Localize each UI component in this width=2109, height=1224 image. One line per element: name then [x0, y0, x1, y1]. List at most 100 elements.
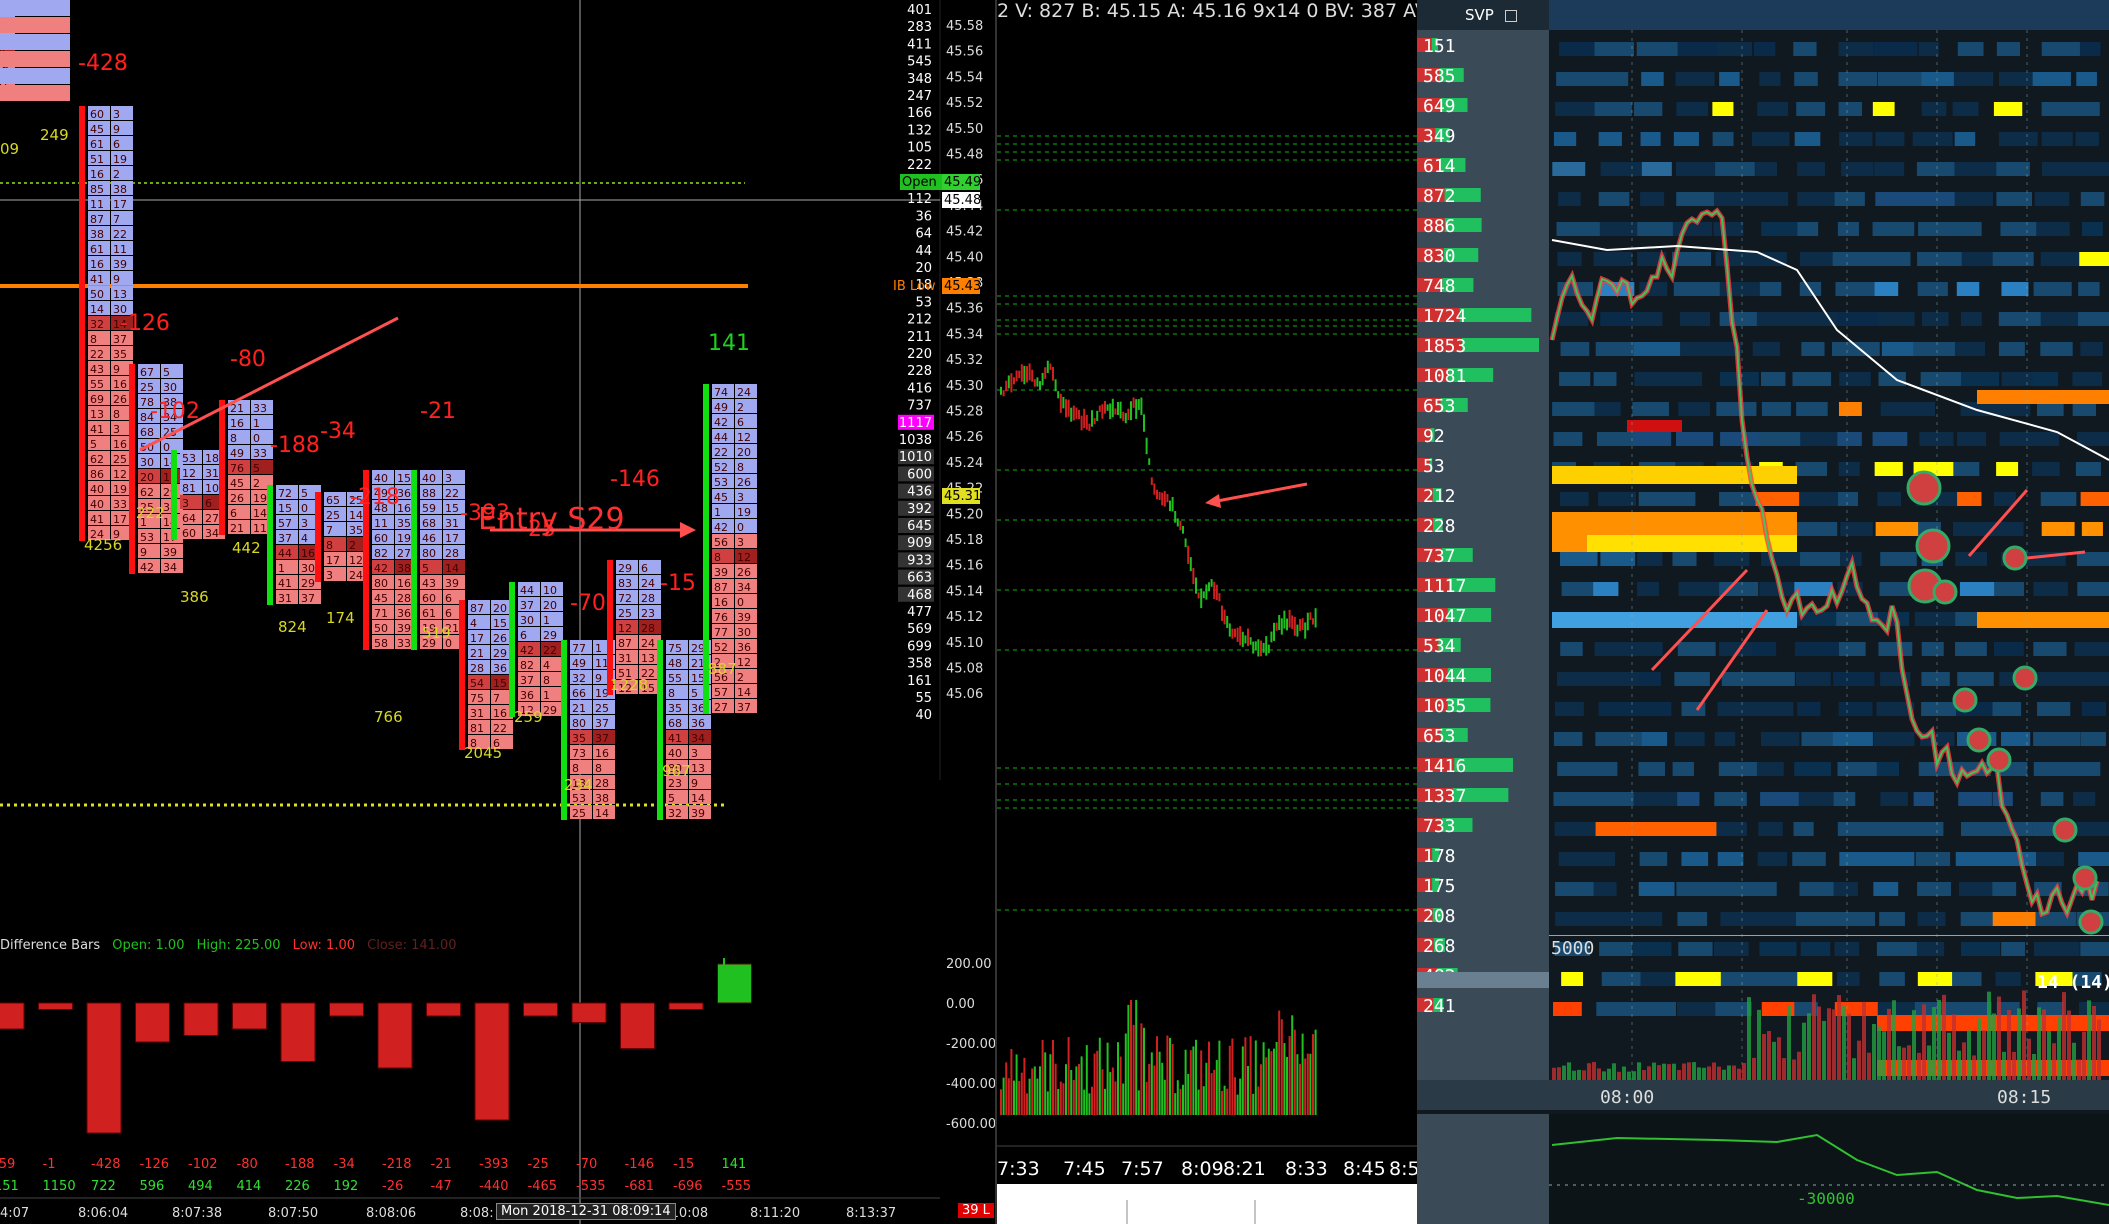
price-candle	[1262, 642, 1265, 653]
bm-volume-bar	[1817, 1006, 1821, 1080]
entry-annotation: Entry S29	[478, 502, 625, 537]
heatmap-cell	[1715, 252, 1764, 266]
heatmap-cell	[1634, 372, 1682, 386]
cell-number: 52	[714, 641, 728, 654]
difference-bar	[232, 1002, 267, 1030]
bm-volume-bar	[2037, 1007, 2041, 1080]
heatmap-cell	[1557, 252, 1582, 266]
heatmap-cell	[2033, 642, 2067, 656]
bookmap-heatmap-panel[interactable]: 151 585 649 349 614 872 886 830 748 1724 1853 1081 6…	[1417, 0, 2109, 1224]
cell-number: 24	[349, 569, 363, 582]
svp-title[interactable]: SVP	[1465, 6, 1517, 24]
price-tick: 45.54	[946, 70, 983, 85]
cell-number: 80	[422, 547, 436, 560]
volume-bar	[1213, 1069, 1216, 1115]
price-tick: 45.08	[946, 662, 983, 677]
cumulative-delta-value: 722	[91, 1179, 116, 1194]
bm-volume-bar	[1922, 1004, 1926, 1080]
heatmap-cell	[1719, 312, 1764, 326]
price-candle	[1041, 372, 1044, 386]
svp-menu-icon[interactable]	[1504, 9, 1517, 22]
volume-bar	[1291, 1015, 1294, 1115]
cell-number: 31	[278, 592, 292, 605]
volume-bar	[1015, 1054, 1018, 1115]
footprint-bar-wick	[267, 485, 273, 605]
cell-number: 26	[493, 632, 507, 645]
cell-number: 1	[253, 417, 260, 430]
delta-row-value: -188	[285, 1157, 315, 1172]
bm-volume-bar	[1962, 1042, 1966, 1080]
bm-volume-bar	[2072, 1042, 2076, 1080]
price-candle	[1124, 413, 1127, 424]
bm-volume-bar	[1562, 1065, 1566, 1080]
time-tick: 8:11:20	[750, 1206, 800, 1221]
cell-number: 9	[113, 363, 120, 376]
bm-volume-bar	[1977, 1018, 1981, 1080]
price-candle	[1132, 397, 1135, 408]
cell-number: 23	[641, 607, 655, 620]
price-candle	[1137, 399, 1140, 410]
heatmap-cell	[1875, 522, 1925, 536]
cell-number: 34	[691, 732, 705, 745]
volume-bar	[1280, 1019, 1283, 1115]
heatmap-cell	[1553, 732, 1583, 746]
heatmap-cell	[1635, 642, 1663, 656]
heatmap-cell	[1632, 402, 1669, 416]
cell-number: 8	[714, 551, 721, 564]
cell-number: 62	[90, 453, 104, 466]
volume-bar	[1036, 1078, 1039, 1115]
volume-bar	[1132, 1024, 1135, 1115]
heatmap-cell	[1838, 402, 1862, 416]
price-candle	[1283, 610, 1286, 629]
cell-number: 35	[349, 524, 363, 537]
bm-volume-bar	[2062, 992, 2066, 1080]
bm-volume-bar	[2097, 1019, 2101, 1080]
cell-number: 16	[113, 438, 127, 451]
svp-level-value: 1853	[1423, 336, 1466, 357]
order-tag-39l[interactable]: 39 L	[958, 1203, 994, 1218]
heatmap-cell	[2081, 702, 2107, 716]
heatmap-cell	[1672, 552, 1697, 566]
bm-volume-bar	[1572, 1070, 1576, 1080]
cell-number: 13	[691, 762, 705, 775]
volume-bar	[1005, 1062, 1008, 1115]
cell-number: 14	[691, 792, 705, 805]
price-candle	[1301, 618, 1304, 630]
volume-bar	[1093, 1053, 1096, 1115]
price-tick: 45.50	[946, 122, 983, 137]
bm-volume-bar	[1927, 1045, 1931, 1080]
volume-bar	[1306, 1053, 1309, 1115]
cell-number: 36	[397, 607, 411, 620]
time-tick: 7:45	[1063, 1158, 1106, 1180]
bm-volume-bar	[1857, 1040, 1861, 1080]
heatmap-cell	[1996, 162, 2030, 176]
cell-number: 4	[470, 617, 477, 630]
price-tick: 45.40	[946, 250, 983, 265]
heatmap-cell	[1759, 72, 1781, 86]
footprint-chart[interactable]: 45.5845.5645.5445.5245.5045.4845.4645.44…	[0, 0, 995, 1224]
cell-number: 24	[641, 637, 655, 650]
cell-number: 8	[90, 333, 97, 346]
bm-volume-bar	[1592, 1062, 1596, 1080]
heatmap-cell	[1760, 732, 1800, 746]
price-candle	[1091, 410, 1093, 427]
cell-number: 0	[253, 432, 260, 445]
line-chart-panel[interactable]: 7:33 7:45 7:57 8:09 8:21 8:33 8:45 8:5 2 V: 827…	[995, 0, 1419, 1224]
price-candle	[1007, 375, 1010, 389]
cell-number: 31	[205, 467, 219, 480]
bm-volume-bar	[1747, 997, 1751, 1080]
vol-profile-value: 663	[907, 571, 932, 586]
volume-bar	[1085, 1045, 1088, 1115]
cell-number: 3	[445, 472, 452, 485]
heatmap-cell	[1593, 882, 1617, 896]
bm-volume-bar	[1722, 1069, 1726, 1080]
volume-bar	[1010, 1048, 1013, 1115]
volume-bar	[1023, 1057, 1026, 1115]
cell-number: 29	[543, 704, 557, 717]
price-candle	[1179, 520, 1182, 531]
price-candle	[1234, 628, 1236, 638]
heatmap-header-bg	[1549, 0, 2109, 30]
bm-volume-bar	[1772, 1041, 1776, 1080]
price-candle	[1127, 408, 1130, 421]
heatmap-cell	[1759, 942, 1797, 956]
